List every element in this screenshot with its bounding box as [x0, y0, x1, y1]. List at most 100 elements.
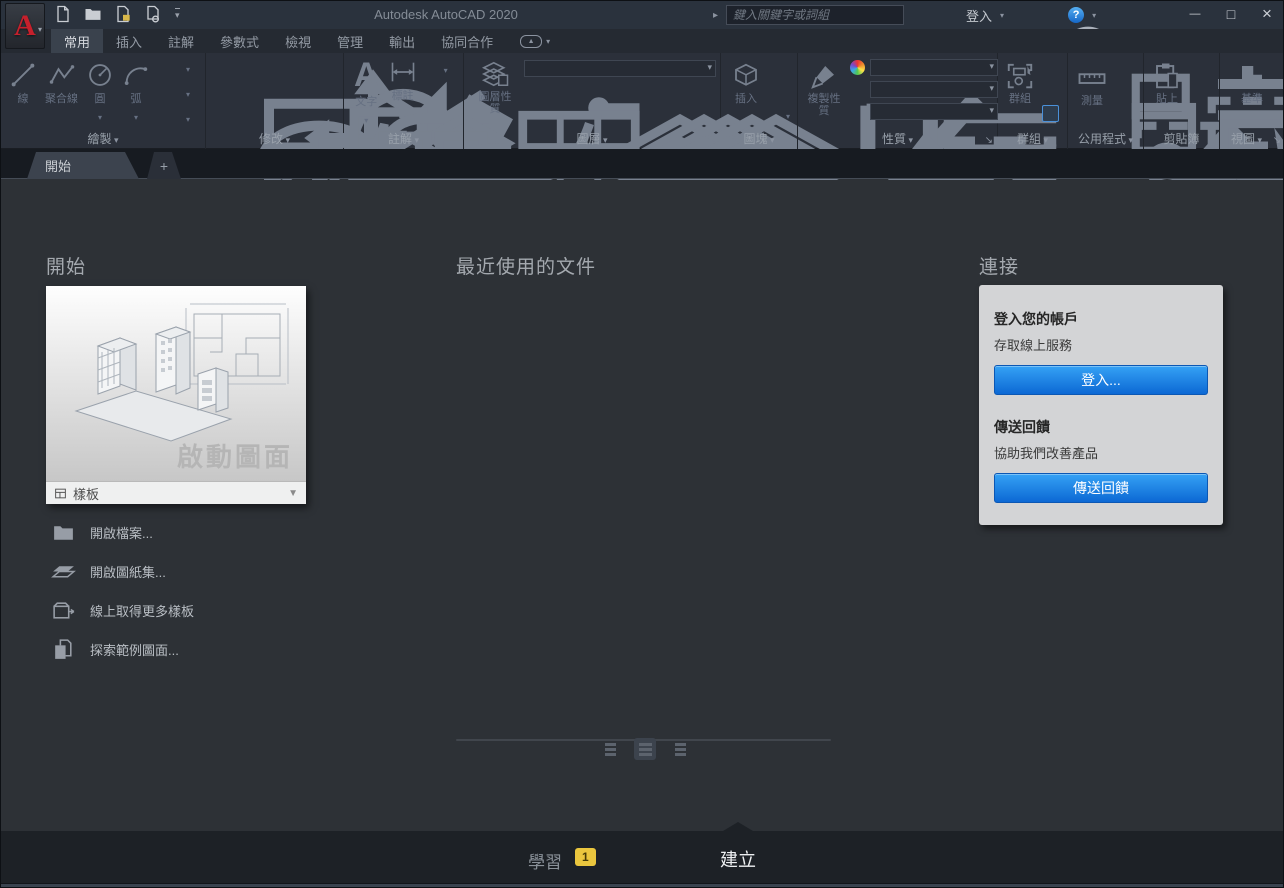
scale-icon[interactable] — [253, 111, 270, 128]
list-view-toggle[interactable] — [634, 738, 656, 760]
plot-icon[interactable] — [143, 4, 163, 24]
close-button[interactable] — [1257, 5, 1277, 23]
match-properties-button[interactable]: 複製性質 — [804, 61, 844, 117]
copy-icon[interactable] — [223, 87, 240, 104]
layer-off-icon[interactable] — [530, 88, 547, 105]
quick-select-icon[interactable] — [1118, 59, 1135, 76]
sign-in-caret-icon[interactable] — [1000, 11, 1004, 20]
publish-cloud-button[interactable] — [520, 29, 550, 53]
get-more-templates-link[interactable]: 線上取得更多樣板 — [51, 598, 194, 622]
layer-match-icon[interactable] — [626, 110, 643, 127]
annotation-panel-label[interactable]: 註解 — [344, 130, 463, 147]
help-icon[interactable]: ? — [1068, 7, 1085, 23]
layer-isolate-icon[interactable] — [554, 88, 571, 105]
help-caret-icon[interactable] — [1092, 11, 1096, 20]
quick-calc-icon[interactable] — [1118, 105, 1135, 122]
lineweight-combobox[interactable] — [870, 81, 998, 98]
ribbon-tab-manage[interactable]: 管理 — [324, 29, 376, 53]
utilities-panel-label[interactable]: 公用程式 — [1068, 130, 1143, 147]
select-similar-icon[interactable] — [1118, 82, 1135, 99]
layer-unlock-icon[interactable] — [602, 110, 619, 127]
polyline-tool[interactable]: 聚合線 — [45, 61, 78, 125]
create-block-icon[interactable] — [771, 60, 788, 77]
search-icon[interactable] — [912, 6, 930, 24]
sign-in-menu[interactable]: 登入 — [966, 6, 992, 25]
properties-panel-label[interactable]: 性質 — [798, 130, 997, 147]
user-icon[interactable] — [938, 6, 956, 24]
groups-panel-label[interactable]: 群組 — [998, 130, 1067, 147]
move-icon[interactable] — [223, 63, 240, 80]
new-file-icon[interactable] — [53, 4, 73, 24]
dimension-tool[interactable]: 標註 — [389, 58, 417, 128]
ribbon-tab-parametric[interactable]: 參數式 — [207, 29, 272, 53]
sign-in-button[interactable]: 登入... — [994, 365, 1208, 395]
object-color-combobox[interactable] — [870, 59, 998, 76]
erase-icon[interactable] — [313, 63, 330, 80]
view-dialog-launcher-icon[interactable] — [1273, 135, 1281, 146]
layer-freeze-icon[interactable] — [578, 88, 595, 105]
open-files-link[interactable]: 開啟檔案... — [51, 520, 194, 544]
line-tool[interactable]: 線 — [9, 61, 37, 125]
qat-customize-dropdown-icon[interactable] — [175, 7, 180, 21]
help-search-input[interactable] — [726, 5, 905, 25]
layer-properties-button[interactable]: 圖層性質 — [474, 59, 516, 115]
leader-tool[interactable] — [427, 60, 448, 78]
start-drawing-card[interactable]: 啟動圖面 樣板 — [46, 286, 306, 504]
new-drawing-tab-button[interactable]: + — [147, 152, 181, 179]
block-attributes-tool[interactable] — [769, 106, 790, 124]
draw-panel-label[interactable]: 繪製 — [1, 130, 205, 147]
layer-lock-icon[interactable] — [602, 88, 619, 105]
ribbon-tab-view[interactable]: 檢視 — [272, 29, 324, 53]
modify-panel-label[interactable]: 修改 — [206, 130, 343, 147]
open-sheet-set-link[interactable]: 開啟圖紙集... — [51, 559, 194, 583]
array-icon[interactable] — [283, 111, 300, 128]
table-icon[interactable] — [429, 84, 446, 101]
ribbon-tab-output[interactable]: 輸出 — [376, 29, 428, 53]
rotate-icon[interactable] — [253, 63, 270, 80]
thumbnail-view-toggle[interactable] — [599, 738, 621, 760]
group-button[interactable]: 群組 — [1002, 61, 1038, 105]
measure-button[interactable]: 測量 — [1074, 63, 1110, 109]
start-drawing-thumbnail[interactable]: 啟動圖面 — [46, 286, 306, 481]
templates-dropdown[interactable]: 樣板 — [46, 481, 306, 504]
edit-block-icon[interactable] — [771, 83, 788, 100]
fillet-icon[interactable] — [283, 87, 300, 104]
ellipse-tool[interactable] — [169, 84, 190, 102]
rectangle-tool[interactable] — [169, 59, 190, 77]
layer-select-combobox[interactable] — [524, 60, 716, 77]
send-feedback-button[interactable]: 傳送回饋 — [994, 473, 1208, 503]
detail-view-toggle[interactable] — [669, 738, 691, 760]
file-tab-start[interactable]: 開始 — [27, 152, 139, 179]
ribbon-tab-collaborate[interactable]: 協同合作 — [428, 29, 506, 53]
minimize-button[interactable] — [1185, 5, 1205, 23]
insert-block-button[interactable]: 插入 — [729, 61, 763, 107]
group-edit-icon[interactable] — [1042, 82, 1059, 99]
save-icon[interactable] — [113, 4, 133, 24]
offset-icon[interactable] — [313, 111, 330, 128]
layer-make-current-icon[interactable] — [626, 88, 643, 105]
circle-tool[interactable]: 圓 — [86, 61, 114, 125]
learn-tab[interactable]: 學習 — [528, 848, 562, 873]
block-panel-label[interactable]: 圖塊 — [721, 130, 797, 147]
layer-on-icon[interactable] — [530, 110, 547, 127]
ungroup-icon[interactable] — [1042, 59, 1059, 76]
linetype-combobox[interactable] — [870, 103, 998, 120]
base-view-button[interactable]: 基準 — [1234, 61, 1270, 107]
create-tab[interactable]: 建立 — [720, 846, 756, 872]
properties-dialog-launcher-icon[interactable] — [985, 135, 993, 146]
maximize-button[interactable] — [1221, 5, 1241, 23]
text-tool[interactable]: A 文字 — [354, 58, 379, 128]
open-file-icon[interactable] — [83, 4, 103, 24]
group-selection-toggle-icon[interactable] — [1042, 105, 1059, 122]
paste-button[interactable]: 貼上 — [1150, 61, 1184, 107]
layer-unisolate-icon[interactable] — [554, 110, 571, 127]
search-expand-icon[interactable] — [713, 10, 718, 21]
ribbon-tab-annotate[interactable]: 註解 — [155, 29, 207, 53]
mirror-icon[interactable] — [253, 87, 270, 104]
arc-tool[interactable]: 弧 — [122, 61, 150, 125]
layer-thaw-icon[interactable] — [578, 110, 595, 127]
explore-sample-drawings-link[interactable]: 探索範例圖面... — [51, 637, 194, 661]
ribbon-tab-insert[interactable]: 插入 — [103, 29, 155, 53]
copy-clip-icon[interactable] — [1192, 83, 1209, 100]
app-store-cart-icon[interactable] — [1042, 6, 1060, 24]
